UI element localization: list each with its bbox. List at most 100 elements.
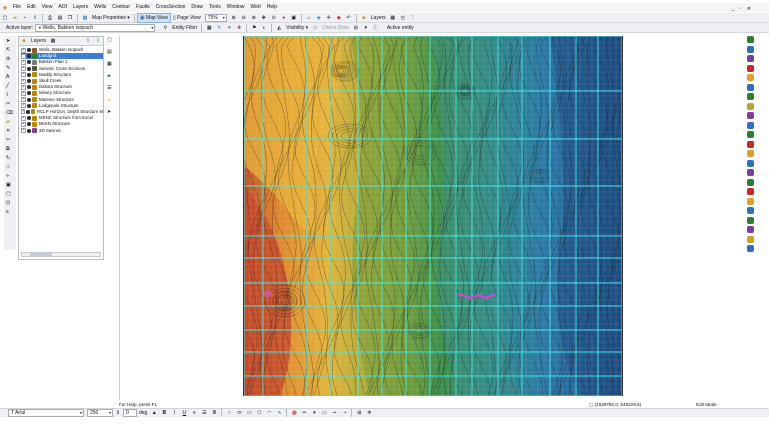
pointer-icon[interactable]: ➤	[6, 37, 13, 44]
expand-icon[interactable]: +	[21, 128, 26, 134]
save-icon[interactable]: ▪	[21, 14, 29, 22]
layers-button[interactable]: Layers	[369, 14, 388, 22]
zoom-previous-icon[interactable]: ⊙	[270, 14, 278, 22]
paint-icon[interactable]: ▰	[6, 118, 13, 125]
menu-layers[interactable]: Layers	[70, 3, 91, 12]
map-tool-icon[interactable]	[747, 83, 754, 91]
new-file-icon[interactable]: ▢	[1, 14, 9, 22]
angle-input[interactable]: 0	[123, 409, 137, 417]
refresh-icon[interactable]: ▣	[290, 14, 298, 22]
layers-icon[interactable]: ◆	[360, 14, 368, 22]
line-width-icon[interactable]: ▾	[310, 409, 318, 417]
flag-icon[interactable]: ⚑	[250, 24, 258, 32]
line-color-icon[interactable]: ▭	[320, 409, 328, 417]
visibility-dot-icon[interactable]	[27, 122, 31, 127]
visibility-dot-icon[interactable]	[27, 97, 31, 102]
map-tool-icon[interactable]	[747, 131, 754, 138]
layer-props-icon[interactable]: ▦	[205, 24, 213, 32]
close-x-icon[interactable]: ✕	[6, 127, 13, 134]
expand-icon[interactable]: +	[21, 90, 26, 96]
menu-web[interactable]: Web	[248, 3, 264, 12]
map-tool-icon[interactable]	[747, 169, 754, 176]
visibility-dot-icon[interactable]	[27, 116, 31, 121]
font-name-select[interactable]: T Arial ▾	[8, 409, 84, 417]
fill-pattern-icon[interactable]: ▦	[290, 409, 298, 417]
map-properties-button[interactable]: Map Properties ▾	[90, 14, 132, 22]
node-edit-icon[interactable]: ✣	[6, 55, 13, 62]
menu-crosssection[interactable]: CrossSection	[153, 3, 189, 12]
expand-icon[interactable]: +	[21, 97, 26, 103]
active-layer-select[interactable]: ● Wells, Bakken Isopach ▾	[35, 23, 156, 32]
layer-table-icon[interactable]: ▤	[107, 48, 114, 55]
zoom-out-icon[interactable]: ⊖	[240, 14, 248, 22]
visibility-dot-icon[interactable]	[27, 60, 31, 65]
visibility-dot-icon[interactable]	[27, 66, 31, 71]
select-tool-icon[interactable]: ◈	[315, 14, 323, 22]
visibility-dot-icon[interactable]	[27, 79, 31, 84]
curve-shape-icon[interactable]: ∿	[275, 409, 283, 417]
rectangle-shape-icon[interactable]: ▭	[245, 409, 253, 417]
line-style-icon[interactable]: ═	[300, 409, 308, 417]
menu-file[interactable]: File	[10, 3, 24, 12]
visibility-dot-icon[interactable]	[27, 48, 31, 53]
expand-icon[interactable]: +	[21, 103, 26, 109]
merge-icon[interactable]: ⧉	[6, 145, 13, 152]
line-pattern-icon[interactable]: ┅	[330, 409, 338, 417]
expand-icon[interactable]: +	[21, 78, 26, 84]
scrollbar-thumb[interactable]	[30, 253, 52, 256]
align-icon[interactable]: ≡	[6, 208, 13, 215]
vertex-icon[interactable]: ⋄	[6, 172, 13, 179]
align-right-icon[interactable]: ≣	[210, 409, 218, 417]
active-entity-button[interactable]: Active entity	[385, 24, 416, 32]
map-tool-icon[interactable]	[747, 121, 754, 129]
visibility-icon[interactable]: ◭	[275, 24, 283, 32]
check-dists-button[interactable]: Check Dists	[320, 24, 351, 32]
expand-icon[interactable]: +	[21, 109, 26, 115]
visibility-dot-icon[interactable]	[27, 91, 31, 96]
text-color-icon[interactable]: ▲	[150, 409, 158, 417]
map-tool-icon[interactable]	[747, 74, 754, 81]
visibility-dot-icon[interactable]	[27, 85, 31, 90]
digitize-icon[interactable]: ✎	[215, 24, 223, 32]
menu-view[interactable]: View	[39, 3, 56, 12]
map-tool-icon[interactable]	[747, 207, 754, 214]
eraser-icon[interactable]: ⌫	[6, 109, 13, 116]
bookmark-icon[interactable]: ◆	[335, 14, 343, 22]
map-tool-icon[interactable]	[747, 102, 754, 110]
map-tool-icon[interactable]	[747, 93, 754, 100]
measure-icon[interactable]: ⌂	[305, 14, 313, 22]
expand-icon[interactable]: +	[21, 115, 26, 121]
menu-edit[interactable]: Edit	[24, 3, 39, 12]
visibility-dot-icon[interactable]	[27, 72, 31, 77]
menu-contour[interactable]: Contour	[109, 3, 133, 12]
expand-icon[interactable]: +	[21, 72, 26, 78]
map-tool-icon[interactable]	[747, 55, 754, 62]
layer-manager-icon[interactable]: ▦	[49, 37, 57, 45]
layer-add-icon[interactable]: ▢	[107, 36, 114, 43]
move-layer-up-icon[interactable]: ⇧	[84, 37, 92, 45]
map-tool-icon[interactable]	[747, 188, 754, 195]
map-tool-icon[interactable]	[747, 226, 754, 233]
map-canvas[interactable]	[120, 36, 745, 400]
map-properties-icon[interactable]: ▦	[81, 14, 89, 22]
map-tool-icon[interactable]	[747, 245, 754, 252]
clock-icon[interactable]: ◷	[399, 14, 407, 22]
text-tool-icon[interactable]: A	[6, 73, 13, 80]
italic-icon[interactable]: I	[170, 409, 178, 417]
move-icon[interactable]: ✛	[325, 14, 333, 22]
zoom-select[interactable]: 75% ▾	[204, 13, 227, 22]
pen-icon[interactable]: ✎	[6, 64, 13, 71]
menu-aoi[interactable]: AOI	[55, 3, 70, 12]
info-icon[interactable]: ⓘ	[372, 24, 380, 32]
entity-icon[interactable]: ⊞	[352, 24, 360, 32]
menu-wells[interactable]: Wells	[91, 3, 109, 12]
undo-icon[interactable]: ↶	[345, 14, 353, 22]
fill-icon[interactable]: ◐	[260, 24, 268, 32]
border-icon[interactable]: ⊞	[355, 409, 363, 417]
zoom-extent-icon[interactable]: ⊗	[250, 14, 258, 22]
map-tool-icon[interactable]	[747, 36, 754, 43]
entity-filter-icon[interactable]: ⚲	[161, 24, 169, 32]
map-view-button[interactable]: ▣ Map View	[136, 12, 171, 23]
print-preview-icon[interactable]: ▤	[56, 14, 64, 22]
layer-grid-icon[interactable]: ▦	[107, 60, 114, 67]
